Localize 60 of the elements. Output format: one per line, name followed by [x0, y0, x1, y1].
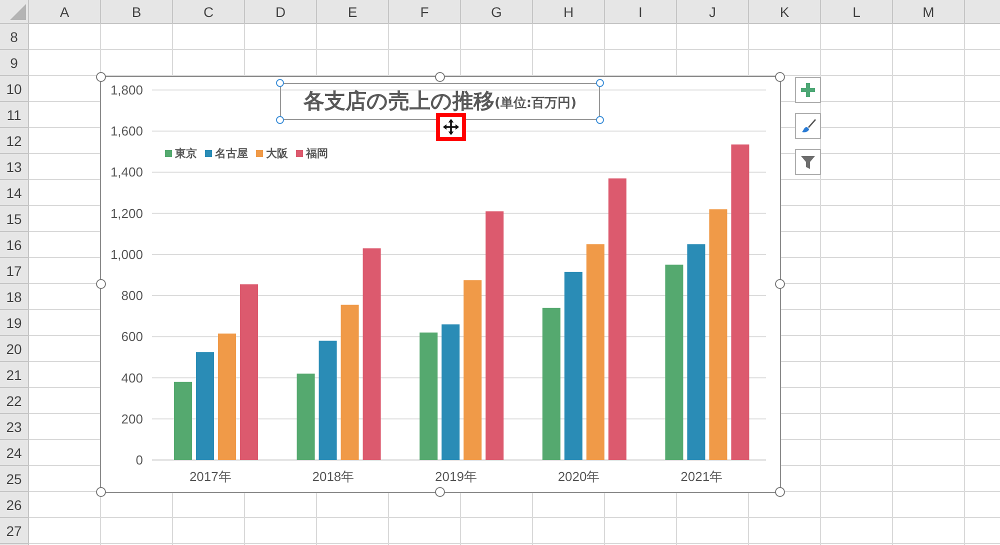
column-header[interactable]: J — [677, 0, 749, 23]
axis-label: 800 — [121, 288, 143, 304]
column-header[interactable]: A — [29, 0, 101, 23]
column-header[interactable]: M — [893, 0, 965, 23]
column-header[interactable]: G — [461, 0, 533, 23]
axis-label: 1,200 — [110, 206, 143, 221]
filter-icon — [799, 153, 817, 171]
column-header[interactable]: C — [173, 0, 245, 23]
move-cursor-icon — [442, 118, 460, 136]
column-header[interactable]: F — [389, 0, 461, 23]
axis-label: 1,600 — [110, 124, 143, 139]
row-header[interactable]: 22 — [0, 388, 28, 414]
column-header[interactable]: L — [821, 0, 893, 23]
row-header[interactable]: 12 — [0, 128, 28, 154]
brush-button[interactable] — [795, 113, 821, 139]
row-header[interactable]: 19 — [0, 310, 28, 336]
axis-label: 2020年 — [558, 469, 600, 484]
axis-label: 1,400 — [110, 164, 143, 180]
column-header[interactable]: I — [605, 0, 677, 23]
row-header[interactable]: 15 — [0, 206, 28, 232]
brush-icon — [799, 117, 817, 135]
row-header[interactable]: 23 — [0, 414, 28, 440]
row-header[interactable]: 20 — [0, 336, 28, 362]
row-header[interactable]: 21 — [0, 362, 28, 388]
row-header[interactable]: 13 — [0, 154, 28, 180]
row-header[interactable]: 11 — [0, 102, 28, 128]
axis-label: 0 — [136, 452, 143, 468]
plus-button[interactable] — [795, 77, 821, 103]
column-header[interactable]: B — [101, 0, 173, 23]
axis-label: 200 — [121, 411, 143, 426]
row-header[interactable]: 18 — [0, 284, 28, 310]
column-header[interactable]: E — [317, 0, 389, 23]
axis-label: 400 — [121, 370, 143, 386]
axis-label: 600 — [121, 329, 143, 344]
plus-icon — [799, 81, 817, 99]
legend-label: 福岡 — [306, 146, 328, 161]
chart-title[interactable]: 各支店の売上の推移(単位:百万円) — [280, 83, 600, 120]
legend-label: 名古屋 — [215, 146, 248, 161]
filter-button[interactable] — [795, 149, 821, 175]
row-header[interactable]: 24 — [0, 440, 28, 466]
column-header[interactable]: K — [749, 0, 821, 23]
row-header[interactable]: 25 — [0, 466, 28, 492]
row-header[interactable]: 17 — [0, 258, 28, 284]
axis-label: 2021年 — [680, 469, 723, 484]
row-header[interactable]: 10 — [0, 76, 28, 102]
column-header[interactable]: H — [533, 0, 605, 23]
row-header[interactable]: 27 — [0, 518, 28, 544]
axis-label: 1,000 — [110, 246, 143, 262]
column-header[interactable]: D — [245, 0, 317, 23]
axis-label: 2019年 — [435, 469, 477, 484]
row-header[interactable]: 9 — [0, 50, 28, 76]
row-header[interactable]: 14 — [0, 180, 28, 206]
axis-label: 2018年 — [312, 469, 354, 484]
axis-label: 1,800 — [110, 82, 143, 98]
legend-label: 東京 — [175, 146, 197, 161]
legend-label: 大阪 — [266, 146, 288, 161]
row-header[interactable]: 26 — [0, 492, 28, 518]
axis-label: 2017年 — [189, 469, 232, 484]
row-header[interactable]: 8 — [0, 24, 28, 50]
row-header[interactable]: 16 — [0, 232, 28, 258]
